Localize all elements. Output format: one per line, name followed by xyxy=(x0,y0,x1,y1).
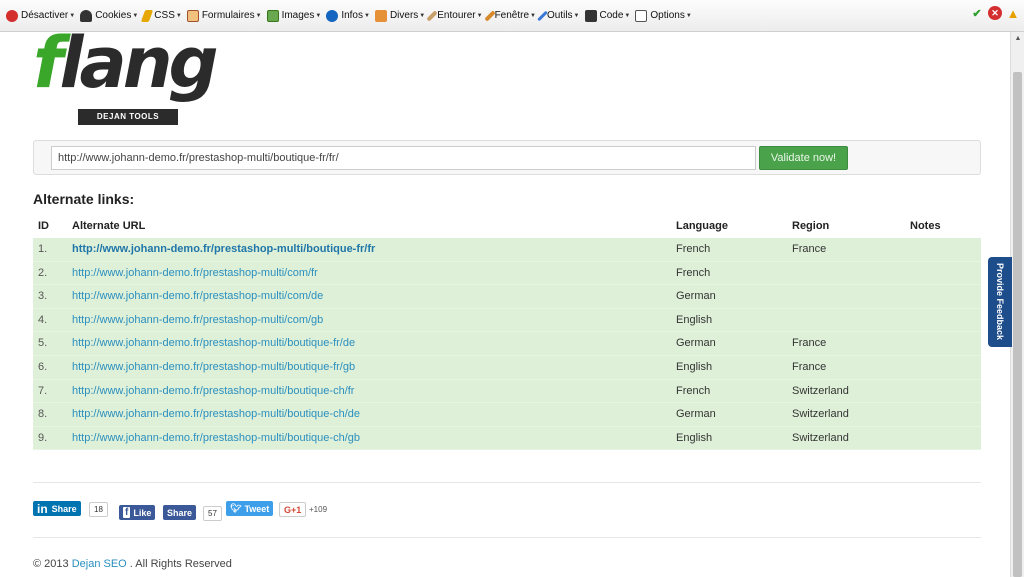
google-plus-icon: G+1 xyxy=(284,504,302,515)
column-header-url: Alternate URL xyxy=(72,220,146,232)
alternate-url-link[interactable]: http://www.johann-demo.fr/prestashop-mul… xyxy=(72,267,318,279)
forms-icon xyxy=(186,9,199,22)
twitter-icon: 🐦︎ xyxy=(230,503,242,513)
alternate-url-link[interactable]: http://www.johann-demo.fr/prestashop-mul… xyxy=(72,314,323,326)
dropdown-arrow-icon: ▼ xyxy=(685,12,692,19)
table-row: 4. http://www.johann-demo.fr/prestashop-… xyxy=(33,308,981,333)
column-header-language: Language xyxy=(676,220,728,232)
css-icon xyxy=(141,9,154,22)
toolbar-images[interactable]: Images ▼ xyxy=(265,5,325,27)
column-header-region: Region xyxy=(792,220,830,232)
alternate-url-link[interactable]: http://www.johann-demo.fr/prestashop-mul… xyxy=(72,408,360,420)
alternate-url-link[interactable]: http://www.johann-demo.fr/prestashop-mul… xyxy=(72,337,355,349)
misc-icon xyxy=(374,9,387,22)
facebook-icon: f xyxy=(123,507,131,518)
table-row: 7. http://www.johann-demo.fr/prestashop-… xyxy=(33,379,981,404)
options-icon xyxy=(635,9,648,22)
table-row: 2. http://www.johann-demo.fr/prestashop-… xyxy=(33,261,981,286)
page-scrollbar[interactable]: ▲ xyxy=(1010,32,1024,577)
dropdown-arrow-icon: ▼ xyxy=(573,12,580,19)
url-form: Validate now! xyxy=(33,140,981,175)
alternate-url-link[interactable]: http://www.johann-demo.fr/prestashop-mul… xyxy=(72,385,354,397)
dropdown-arrow-icon: ▼ xyxy=(530,12,536,19)
tweet-button[interactable]: 🐦︎ Tweet xyxy=(226,501,274,516)
toolbar-tools[interactable]: Outils ▼ xyxy=(537,5,583,27)
table-row: 6. http://www.johann-demo.fr/prestashop-… xyxy=(33,355,981,380)
linkedin-icon: in xyxy=(37,501,48,516)
results-title: Alternate links: xyxy=(33,191,135,207)
scroll-up-arrow-icon[interactable]: ▲ xyxy=(1011,32,1024,46)
dropdown-arrow-icon: ▼ xyxy=(132,12,139,19)
toolbar-misc[interactable]: Divers ▼ xyxy=(373,5,428,27)
dropdown-arrow-icon: ▼ xyxy=(69,12,76,19)
results-table: 1. http://www.johann-demo.fr/prestashop-… xyxy=(33,238,981,451)
dropdown-arrow-icon: ▼ xyxy=(175,12,182,19)
dropdown-arrow-icon: ▼ xyxy=(419,12,426,19)
logo-wordmark: flang xyxy=(33,22,219,104)
code-icon xyxy=(584,9,597,22)
table-row: 9. http://www.johann-demo.fr/prestashop-… xyxy=(33,426,981,451)
toolbar-outline[interactable]: Entourer ▼ xyxy=(426,5,485,27)
alternate-url-link[interactable]: http://www.johann-demo.fr/prestashop-mul… xyxy=(72,432,360,444)
toolbar-status: ✔ ✕ ▲ xyxy=(970,6,1020,21)
alternate-url-link[interactable]: http://www.johann-demo.fr/prestashop-mul… xyxy=(72,361,355,373)
checkmark-icon[interactable]: ✔ xyxy=(970,6,984,20)
toolbar-options[interactable]: Options ▼ xyxy=(633,5,694,27)
dropdown-arrow-icon: ▼ xyxy=(315,12,322,19)
error-icon[interactable]: ✕ xyxy=(988,6,1002,20)
footer: © 2013 Dejan SEO . All Rights Reserved xyxy=(33,558,232,570)
outline-icon xyxy=(426,9,438,22)
url-input[interactable] xyxy=(51,146,756,170)
table-row: 1. http://www.johann-demo.fr/prestashop-… xyxy=(33,238,981,262)
warning-icon[interactable]: ▲ xyxy=(1006,6,1020,21)
disable-icon xyxy=(6,9,18,22)
info-icon xyxy=(326,9,339,22)
alternate-url-link[interactable]: http://www.johann-demo.fr/prestashop-mul… xyxy=(72,290,323,302)
toolbar-window[interactable]: Fenêtre ▼ xyxy=(483,5,539,27)
scroll-thumb[interactable] xyxy=(1013,72,1022,577)
google-plus-button[interactable]: G+1 xyxy=(279,502,307,517)
flang-logo[interactable]: flang DEJAN TOOLS xyxy=(33,28,219,126)
results-table-header: ID Alternate URL Language Region Notes xyxy=(33,218,981,238)
toolbar-code[interactable]: Code ▼ xyxy=(583,5,634,27)
linkedin-share-count: 18 xyxy=(89,502,108,517)
facebook-like-button[interactable]: f Like xyxy=(119,505,156,520)
divider xyxy=(33,482,981,483)
images-icon xyxy=(266,9,279,22)
dropdown-arrow-icon: ▼ xyxy=(624,12,631,19)
table-row: 5. http://www.johann-demo.fr/prestashop-… xyxy=(33,332,981,356)
google-plus-count: +109 xyxy=(309,505,328,514)
window-icon xyxy=(483,9,496,22)
column-header-id: ID xyxy=(38,220,49,232)
column-header-notes: Notes xyxy=(910,220,941,232)
linkedin-share-button[interactable]: in Share xyxy=(33,501,81,516)
table-row: 8. http://www.johann-demo.fr/prestashop-… xyxy=(33,403,981,427)
divider xyxy=(33,537,981,538)
toolbar-info[interactable]: Infos ▼ xyxy=(324,5,373,27)
dejan-seo-link[interactable]: Dejan SEO xyxy=(72,558,127,570)
dropdown-arrow-icon: ▼ xyxy=(476,12,483,19)
dropdown-arrow-icon: ▼ xyxy=(364,12,370,19)
dropdown-arrow-icon: ▼ xyxy=(255,12,262,19)
validate-now-button[interactable]: Validate now! xyxy=(759,146,848,170)
facebook-share-button[interactable]: Share xyxy=(163,505,197,520)
cookies-icon xyxy=(80,9,93,22)
logo-badge: DEJAN TOOLS xyxy=(78,109,178,125)
provide-feedback-tab[interactable]: Provide Feedback xyxy=(988,257,1012,347)
facebook-share-count: 57 xyxy=(203,506,222,521)
table-row: 3. http://www.johann-demo.fr/prestashop-… xyxy=(33,285,981,309)
alternate-url-link[interactable]: http://www.johann-demo.fr/prestashop-mul… xyxy=(72,243,375,255)
